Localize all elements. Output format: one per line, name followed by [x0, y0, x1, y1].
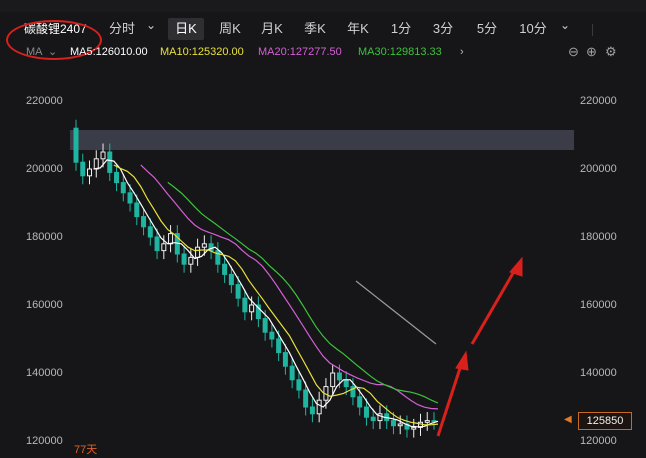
candle-body [80, 161, 86, 177]
candle-body [181, 253, 187, 265]
candle-body [235, 284, 241, 299]
ma20-line [140, 164, 439, 410]
candle-body [127, 192, 133, 204]
candle-body [330, 372, 336, 388]
annotation-arrows [436, 256, 523, 437]
candle-body [147, 226, 153, 238]
candle-body [168, 233, 174, 245]
candle-body [309, 406, 315, 415]
candle-body [411, 426, 417, 430]
candle-body [276, 338, 282, 354]
candle-body [390, 420, 396, 427]
candle-body [357, 396, 363, 408]
candle-body [289, 365, 295, 381]
candle-body [195, 246, 201, 258]
candles-group [73, 119, 437, 438]
reference-trend-line [355, 280, 437, 345]
candle-body [296, 379, 302, 391]
candle-body [363, 406, 369, 418]
last-price-pointer-icon: ◀ [564, 414, 572, 425]
annotation-arrow-line-2 [470, 267, 518, 345]
candle-body [188, 256, 194, 265]
candle-body [424, 420, 430, 423]
candle-body [201, 243, 207, 248]
candle-body [269, 331, 275, 340]
candle-body [242, 297, 248, 313]
candle-body [303, 389, 309, 408]
candle-body [222, 263, 228, 275]
ma5-line [93, 159, 439, 428]
candle-body [343, 379, 349, 388]
candle-body [107, 151, 113, 173]
candle-body [397, 423, 403, 427]
candle-body [282, 352, 288, 367]
days-label: 77天 [74, 444, 98, 456]
candle-body [336, 372, 342, 381]
last-price-tag: 125850 [578, 412, 632, 430]
candle-body [141, 216, 147, 228]
candle-body [120, 182, 126, 194]
candle-body [249, 304, 255, 313]
candlestick-chart[interactable] [0, 0, 646, 458]
annotation-arrowhead-1 [455, 350, 469, 371]
ma30-line [167, 181, 439, 404]
candle-body [431, 420, 437, 423]
candle-body [228, 273, 234, 286]
candle-body [316, 399, 322, 415]
candle-body [370, 416, 376, 422]
candle-body [114, 171, 120, 184]
candle-body [100, 151, 106, 160]
candle-body [93, 158, 99, 170]
candle-body [262, 318, 268, 333]
price-band-highlight [70, 130, 574, 150]
candle-body [87, 168, 93, 177]
candle-body [154, 236, 160, 252]
candle-body [161, 243, 167, 252]
annotation-arrow-line-1 [436, 361, 464, 437]
candle-body [73, 127, 79, 163]
ma-lines-group [93, 159, 439, 428]
candle-body [134, 202, 140, 218]
